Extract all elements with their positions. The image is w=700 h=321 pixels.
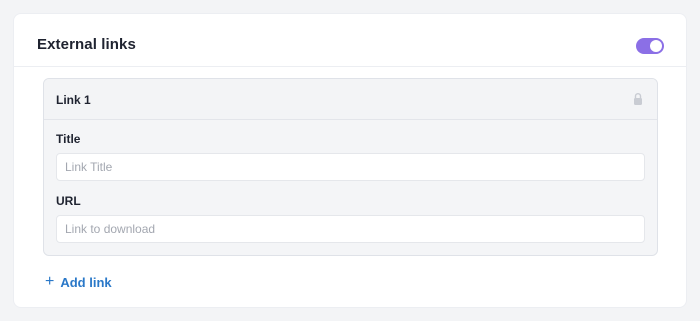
link-item-panel: Link 1 Title URL bbox=[43, 78, 658, 256]
add-link-button[interactable]: + Add link bbox=[45, 274, 112, 290]
section-title: External links bbox=[37, 36, 136, 53]
link-item-header[interactable]: Link 1 bbox=[44, 79, 657, 120]
external-links-toggle[interactable] bbox=[636, 38, 664, 54]
link-item-title: Link 1 bbox=[56, 93, 91, 107]
url-field-label: URL bbox=[56, 194, 81, 208]
link-title-input[interactable] bbox=[56, 153, 645, 181]
toggle-knob bbox=[650, 40, 662, 52]
title-field-label: Title bbox=[56, 132, 81, 146]
card-header: External links bbox=[14, 14, 686, 67]
lock-icon[interactable] bbox=[632, 92, 644, 106]
plus-icon: + bbox=[45, 273, 55, 290]
link-url-input[interactable] bbox=[56, 215, 645, 243]
external-links-card: External links Link 1 Title URL + Add li… bbox=[13, 13, 687, 308]
add-link-label: Add link bbox=[60, 274, 112, 290]
